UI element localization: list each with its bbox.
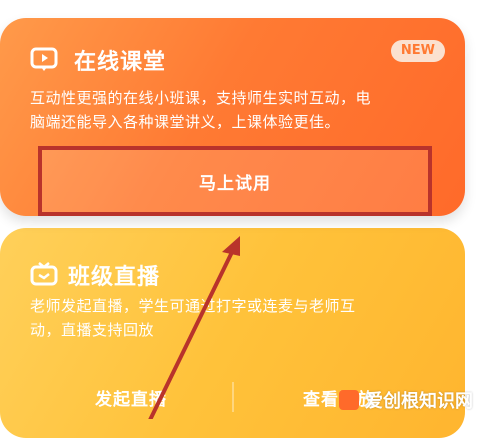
online-class-title: 在线课堂 [74,50,167,75]
class-live-description-line1: 老师发起直播，学生可通过打字或连麦与老师互 [30,297,356,315]
try-now-label: 马上试用 [199,173,271,194]
watermark: 爱创根知识网 [339,387,473,413]
class-live-description-line2: 动，直播支持回放 [30,321,155,339]
start-live-button[interactable]: 发起直播 [95,385,167,410]
class-live-title: 班级直播 [68,265,161,290]
chat-screen-icon [30,47,58,77]
action-divider [232,382,234,412]
watermark-text: 爱创根知识网 [365,391,473,412]
try-now-button[interactable]: 马上试用 [38,146,432,216]
online-class-description-line2: 脑端还能导入各种课堂讲义，上课体验更佳。 [30,113,341,131]
watermark-logo-icon [339,390,359,410]
online-class-card[interactable]: 在线课堂 NEW 互动性更强的在线小班课，支持师生实时互动，电 脑端还能导入各种… [0,18,465,216]
new-badge: NEW [390,40,445,62]
tv-icon [30,262,58,290]
online-class-description-line1: 互动性更强的在线小班课，支持师生实时互动，电 [30,89,372,107]
